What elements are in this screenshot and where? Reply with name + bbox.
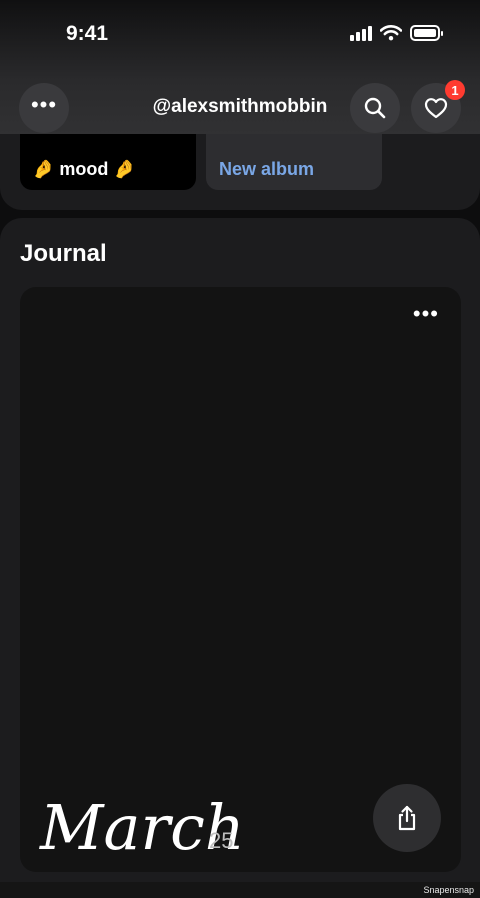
entry-more-icon[interactable]: ••• xyxy=(413,301,439,327)
album-mood-label: 🤌 mood 🤌 xyxy=(32,159,136,179)
heart-icon xyxy=(424,98,448,119)
battery-icon xyxy=(410,25,443,41)
journal-entry-card[interactable]: ••• March 25 xyxy=(20,287,461,872)
status-time: 9:41 xyxy=(66,22,109,45)
bottom-strip xyxy=(0,882,480,898)
search-button[interactable] xyxy=(350,83,400,133)
screen: 🤌 mood 🤌 New album 9:41 ••• @alexsmithmo… xyxy=(0,0,480,898)
username-title: @alexsmithmobbin xyxy=(152,96,328,117)
wifi-icon xyxy=(380,25,402,41)
album-new-label: New album xyxy=(219,159,315,179)
search-icon xyxy=(364,97,386,119)
watermark: Snapensnap xyxy=(423,885,474,895)
journal-title: Journal xyxy=(20,240,107,267)
status-icons xyxy=(350,25,443,41)
signal-icon xyxy=(350,25,372,41)
share-button[interactable] xyxy=(373,784,441,852)
share-icon xyxy=(398,805,416,831)
entry-year: 25 xyxy=(209,828,234,853)
notification-badge: 1 xyxy=(445,80,465,100)
journal-section: Journal ••• March 25 xyxy=(0,218,480,882)
